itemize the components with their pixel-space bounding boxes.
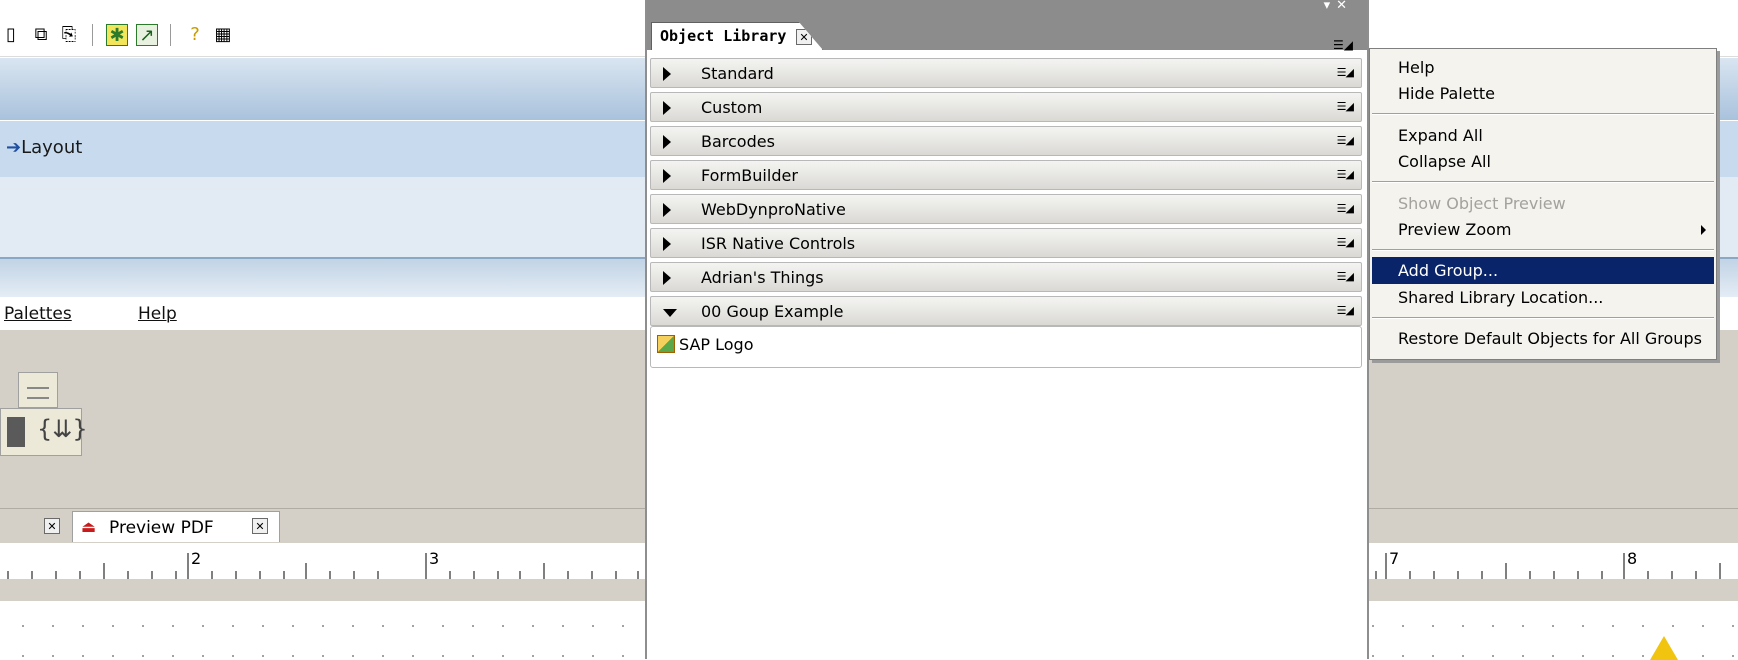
close-palette-icon[interactable]: ✕	[796, 29, 812, 45]
pdf-icon: ⏏	[81, 517, 97, 536]
group-name: ISR Native Controls	[701, 234, 856, 253]
group-name: 00 Goup Example	[701, 302, 844, 321]
palette-icon[interactable]: ▦	[212, 24, 234, 46]
group-name: FormBuilder	[701, 166, 798, 185]
arrow-right-icon: ➔	[6, 137, 22, 158]
expand-arrow-icon	[663, 101, 671, 115]
layout-label: Layout	[21, 137, 83, 158]
layout-link[interactable]: ➔Layout	[6, 137, 82, 158]
group-menu-icon[interactable]: ☰◢	[1337, 236, 1354, 249]
menu-help[interactable]: Help	[138, 304, 177, 324]
collapse-arrow-icon	[663, 309, 677, 317]
group-header[interactable]: ISR Native Controls ☰◢	[650, 228, 1362, 258]
group-menu-icon[interactable]: ☰◢	[1337, 304, 1354, 317]
expand-arrow-icon	[663, 237, 671, 251]
menu-item-shared-library-location[interactable]: Shared Library Location...	[1372, 284, 1714, 311]
menu-separator	[1372, 181, 1714, 183]
ruler-label: 3	[429, 549, 440, 568]
group-name: Custom	[701, 98, 763, 117]
group-header[interactable]: Adrian's Things ☰◢	[650, 262, 1362, 292]
menu-item-expand-all[interactable]: Expand All	[1372, 122, 1714, 149]
close-tab-icon[interactable]: ✕	[44, 518, 60, 534]
group-menu-icon[interactable]: ☰◢	[1337, 66, 1354, 79]
group-name: Standard	[701, 64, 774, 83]
group-menu-icon[interactable]: ☰◢	[1337, 270, 1354, 283]
group-menu-icon[interactable]: ☰◢	[1337, 100, 1354, 113]
group-menu-icon[interactable]: ☰◢	[1337, 134, 1354, 147]
group-header[interactable]: WebDynproNative ☰◢	[650, 194, 1362, 224]
palette-titlebar: ▾✕	[647, 0, 1367, 16]
menu-item-show-object-preview: Show Object Preview	[1398, 194, 1566, 213]
group-name: WebDynproNative	[701, 200, 846, 219]
lines-icon	[27, 387, 49, 399]
warning-icon[interactable]	[1650, 636, 1678, 660]
group-header[interactable]: Barcodes ☰◢	[650, 126, 1362, 156]
help-icon[interactable]: ?	[184, 24, 206, 46]
expand-arrow-icon	[663, 135, 671, 149]
paste-icon[interactable]: ⎘	[58, 24, 80, 46]
grid-snap-icon[interactable]: ✱	[106, 24, 128, 46]
expand-arrow-icon	[663, 271, 671, 285]
object-library-palette: ▾✕ Object Library ✕ ☰◢ Standard ☰◢ Custo…	[645, 0, 1369, 659]
palette-window-controls[interactable]: ▾✕	[1324, 0, 1353, 13]
tab-object-library[interactable]: Object Library ✕	[651, 22, 823, 50]
new-document-icon[interactable]: ▯	[0, 24, 22, 46]
tab-preview-pdf[interactable]: ⏏ Preview PDF	[72, 511, 280, 542]
tab-preview-pdf-label: Preview PDF	[109, 518, 214, 538]
ruler-label: 7	[1389, 549, 1400, 568]
menu-separator	[1372, 317, 1714, 319]
ruler-label: 8	[1627, 549, 1638, 568]
palette-context-menu: Help Hide Palette Expand All Collapse Al…	[1369, 48, 1717, 360]
palette-title: Object Library	[660, 27, 787, 45]
menu-item-label: Preview Zoom	[1398, 220, 1512, 239]
ruler-label: 2	[191, 549, 202, 568]
script-icon: {⇊}	[37, 415, 88, 443]
sap-logo-icon	[657, 335, 675, 353]
palette-menu-icon[interactable]: ☰◢	[1333, 38, 1361, 52]
object-button[interactable]: {⇊}	[0, 408, 88, 456]
block-icon	[7, 417, 25, 447]
expand-arrow-icon	[663, 169, 671, 183]
group-header[interactable]: Standard ☰◢	[650, 58, 1362, 88]
toolbar-separator	[170, 24, 171, 46]
group-name: Adrian's Things	[701, 268, 824, 287]
menu-item-restore-default-objects[interactable]: Restore Default Objects for All Groups	[1372, 325, 1714, 352]
expand-arrow-icon	[663, 67, 671, 81]
group-header[interactable]: Custom ☰◢	[650, 92, 1362, 122]
group-header[interactable]: FormBuilder ☰◢	[650, 160, 1362, 190]
menu-item-add-group[interactable]: Add Group...	[1372, 257, 1714, 284]
group-name: Barcodes	[701, 132, 775, 151]
library-object-item[interactable]: SAP Logo	[679, 335, 754, 354]
expand-arrow-icon	[663, 203, 671, 217]
copy-icon[interactable]: ⧉	[30, 24, 52, 46]
menu-separator	[1372, 249, 1714, 251]
close-tab-icon[interactable]: ✕	[252, 518, 268, 534]
group-menu-icon[interactable]: ☰◢	[1337, 168, 1354, 181]
toolbar-separator	[92, 24, 93, 46]
submenu-arrow-icon	[1701, 225, 1706, 235]
group-header-expanded[interactable]: 00 Goup Example ☰◢	[650, 296, 1362, 326]
menu-palettes[interactable]: Palettes	[4, 304, 72, 324]
menu-separator	[1372, 113, 1714, 115]
menu-item-preview-zoom[interactable]: Preview Zoom	[1372, 216, 1714, 243]
group-contents: SAP Logo	[650, 326, 1362, 368]
group-menu-icon[interactable]: ☰◢	[1337, 202, 1354, 215]
menu-item-help[interactable]: Help	[1372, 54, 1714, 81]
text-field-button[interactable]	[18, 372, 58, 408]
menu-item-hide-palette[interactable]: Hide Palette	[1372, 80, 1714, 107]
menu-item-collapse-all[interactable]: Collapse All	[1372, 148, 1714, 175]
arrange-icon[interactable]: ↗	[136, 24, 158, 46]
palette-tab-row: Object Library ✕ ☰◢	[647, 16, 1367, 52]
